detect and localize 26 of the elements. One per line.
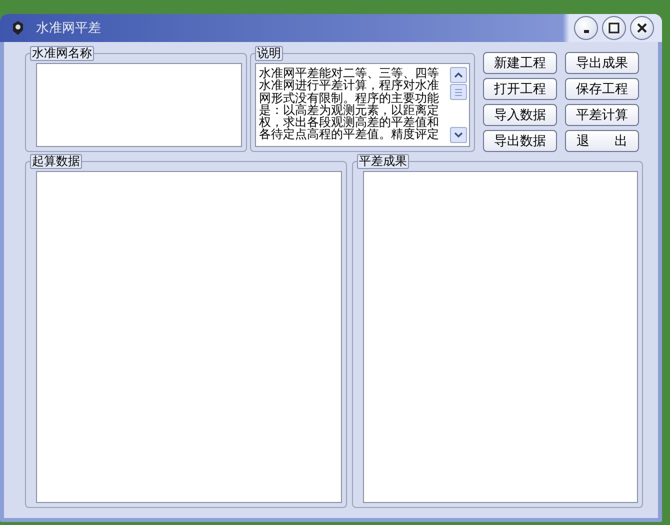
description-field[interactable]: 水准网平差能对二等、三等、四等水准网进行平差计算，程序对水准网形式没有限制。程序的主要功能是：以高差为观测元素，以距离定权，求出各段观测高差的平差值和各待定点高程的平差值。精度评定 bbox=[255, 63, 470, 147]
close-button[interactable] bbox=[630, 16, 654, 40]
action-button[interactable]: 导入数据 bbox=[483, 104, 557, 126]
window-title: 水准网平差 bbox=[36, 20, 101, 37]
action-button[interactable]: 退 出 bbox=[565, 130, 639, 152]
description-text: 水准网平差能对二等、三等、四等水准网进行平差计算，程序对水准网形式没有限制。程序的主要功能是：以高差为观测元素，以距离定权，求出各段观测高差的平差值和各待定点高程的平差值。精度评定 bbox=[258, 65, 440, 143]
action-button[interactable]: 新建工程 bbox=[483, 52, 557, 74]
maximize-button[interactable] bbox=[602, 16, 626, 40]
action-button[interactable]: 导出数据 bbox=[483, 130, 557, 152]
group-label: 说明 bbox=[255, 46, 283, 61]
name-field[interactable] bbox=[36, 63, 242, 147]
close-icon bbox=[636, 22, 648, 34]
group-label: 平差成果 bbox=[357, 154, 409, 169]
scroll-up-button[interactable] bbox=[450, 67, 467, 83]
scroll-thumb[interactable] bbox=[450, 84, 467, 100]
group-label: 水准网名称 bbox=[30, 46, 94, 61]
maximize-icon bbox=[608, 22, 620, 34]
minimize-icon bbox=[584, 30, 588, 33]
group-label: 起算数据 bbox=[30, 154, 82, 169]
app-icon bbox=[10, 20, 26, 36]
action-button[interactable]: 打开工程 bbox=[483, 78, 557, 100]
action-button[interactable]: 平差计算 bbox=[565, 104, 639, 126]
scroll-down-button[interactable] bbox=[450, 127, 467, 143]
action-button[interactable]: 导出成果 bbox=[565, 52, 639, 74]
action-button[interactable]: 保存工程 bbox=[565, 78, 639, 100]
minimize-button[interactable] bbox=[574, 16, 598, 40]
